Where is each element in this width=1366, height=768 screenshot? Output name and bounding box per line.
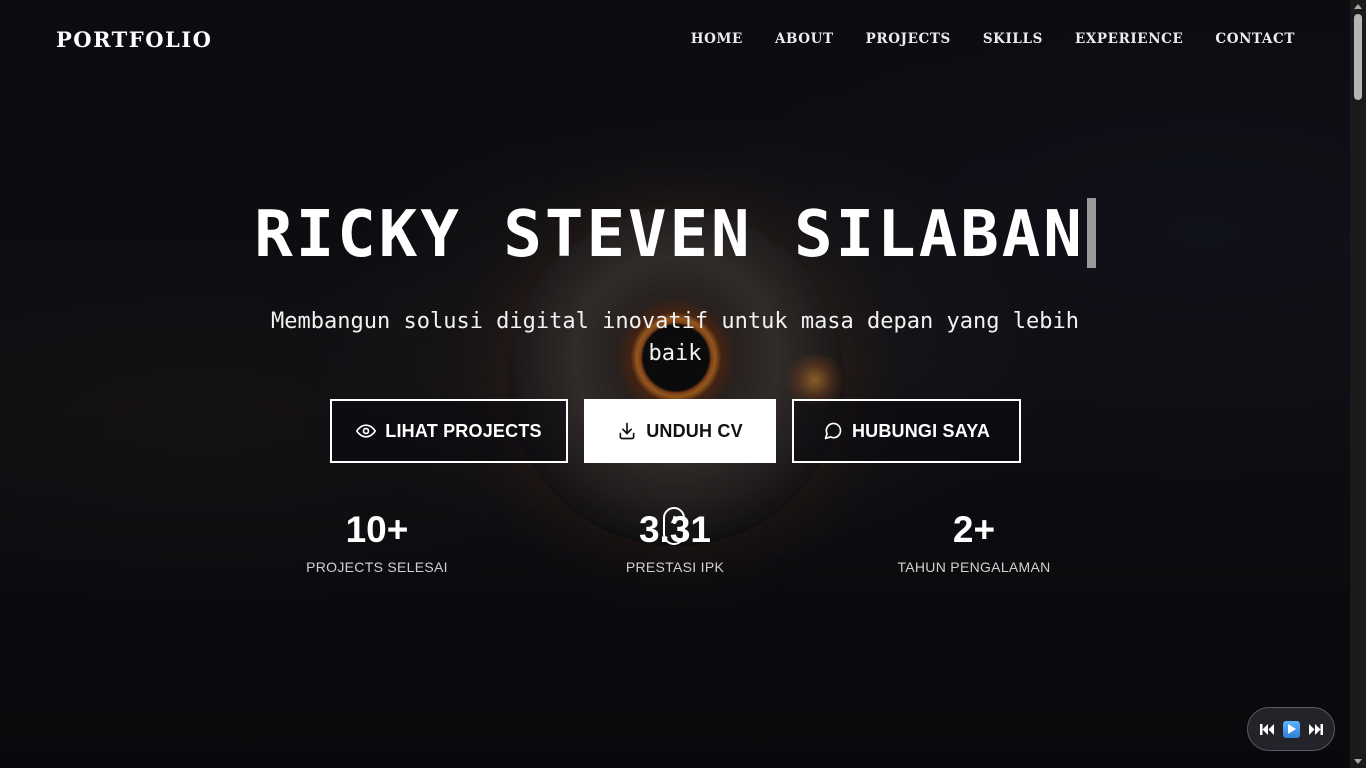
contact-me-button[interactable]: HUBUNGI SAYA	[792, 399, 1021, 463]
stat-label: TAHUN PENGALAMAN	[897, 559, 1051, 575]
download-cv-label: UNDUH CV	[646, 420, 743, 441]
play-icon	[1282, 720, 1300, 738]
stat-projects: 10+ PROJECTS SELESAI	[257, 508, 497, 575]
music-player	[1247, 707, 1335, 751]
scroll-down-mouse-icon[interactable]	[663, 507, 685, 545]
typing-cursor	[1086, 198, 1096, 268]
hero-name-text: RICKY STEVEN SILABAN	[254, 198, 1085, 272]
skip-next-icon[interactable]	[1308, 723, 1323, 736]
scrollbar-thumb[interactable]	[1354, 14, 1362, 100]
nav-link-projects[interactable]: PROJECTS	[866, 31, 951, 47]
hero-overlay	[0, 0, 1366, 768]
view-projects-button[interactable]: LIHAT PROJECTS	[330, 399, 568, 463]
download-cv-button[interactable]: UNDUH CV	[584, 399, 776, 463]
stat-value: 2+	[952, 509, 996, 550]
nav-link-contact[interactable]: CONTACT	[1215, 31, 1295, 47]
view-projects-label: LIHAT PROJECTS	[385, 420, 542, 441]
stat-label: PRESTASI IPK	[625, 559, 725, 575]
site-logo[interactable]: PORTFOLIO	[56, 27, 212, 52]
play-button[interactable]	[1282, 720, 1300, 738]
download-icon	[617, 421, 637, 441]
nav-link-skills[interactable]: SKILLS	[983, 31, 1043, 47]
stat-experience: 2+ TAHUN PENGALAMAN	[854, 508, 1094, 575]
chat-bubble-icon	[823, 421, 843, 441]
hero-title: RICKY STEVEN SILABAN	[0, 198, 1350, 272]
nav-link-about[interactable]: ABOUT	[775, 31, 834, 47]
scroll-up-arrow-icon[interactable]	[1354, 4, 1362, 9]
nav-link-home[interactable]: HOME	[691, 31, 743, 47]
eye-icon	[356, 421, 377, 441]
nav-links: HOME ABOUT PROJECTS SKILLS EXPERIENCE CO…	[691, 31, 1295, 47]
cta-buttons: LIHAT PROJECTS UNDUH CV HUBUNGI SAYA	[330, 399, 1021, 463]
skip-previous-icon[interactable]	[1259, 723, 1275, 736]
portfolio-page: PORTFOLIO HOME ABOUT PROJECTS SKILLS EXP…	[0, 0, 1366, 768]
stat-value: 10+	[345, 509, 409, 550]
nav-link-experience[interactable]: EXPERIENCE	[1075, 31, 1183, 47]
contact-me-label: HUBUNGI SAYA	[851, 420, 991, 441]
stat-label: PROJECTS SELESAI	[306, 559, 448, 575]
page-scrollbar[interactable]	[1350, 0, 1366, 768]
navbar: PORTFOLIO HOME ABOUT PROJECTS SKILLS EXP…	[0, 0, 1350, 78]
scroll-down-arrow-icon[interactable]	[1354, 759, 1362, 764]
hero-subtitle: Membangun solusi digital inovatif untuk …	[271, 309, 1079, 366]
